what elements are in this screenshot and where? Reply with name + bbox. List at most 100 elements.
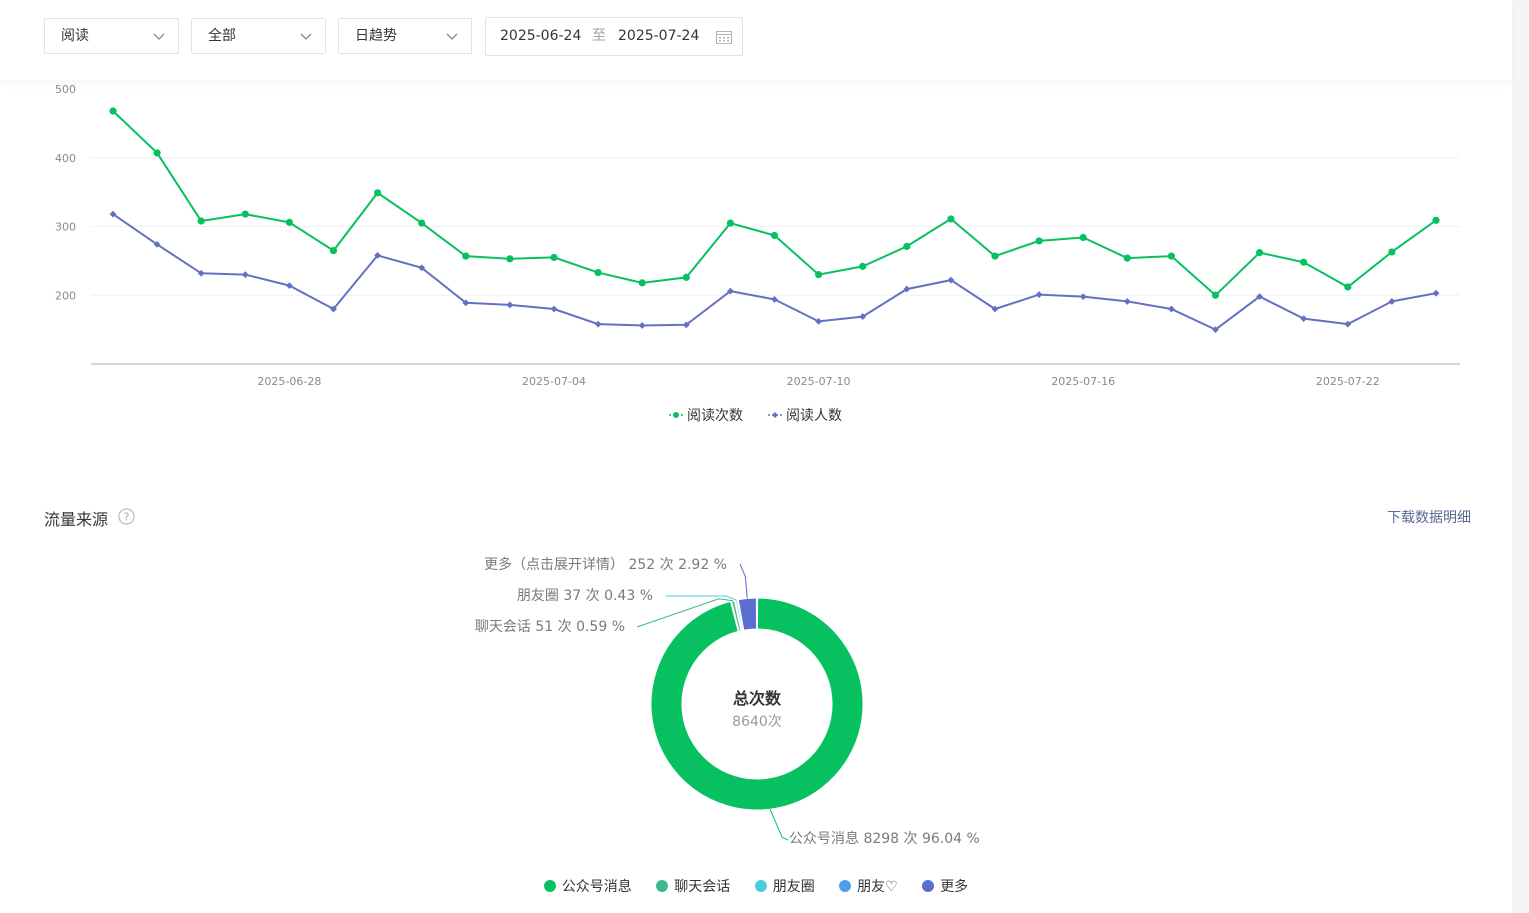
date-end[interactable]: 2025-07-24 — [618, 18, 699, 55]
legend-item[interactable]: 阅读次数 — [669, 407, 743, 424]
legend-label: 阅读次数 — [687, 407, 743, 424]
data-point[interactable] — [991, 252, 999, 260]
donut-center-value: 8640次 — [732, 714, 782, 730]
legend-label: 朋友♡ — [857, 879, 898, 895]
data-point[interactable] — [1432, 216, 1440, 224]
legend-item[interactable]: 阅读人数 — [768, 407, 842, 424]
data-point[interactable] — [506, 301, 514, 309]
download-details-link[interactable]: 下载数据明细 — [1387, 507, 1471, 527]
data-point[interactable] — [374, 189, 382, 197]
label-more[interactable]: 更多（点击展开详情） 252 次 2.92 % — [484, 556, 727, 573]
y-tick-label: 200 — [55, 289, 76, 302]
data-point[interactable] — [771, 295, 778, 303]
data-point[interactable] — [286, 282, 293, 290]
series-line — [112, 110, 1437, 297]
data-point[interactable] — [594, 320, 602, 328]
data-point[interactable] — [1344, 283, 1352, 291]
data-point[interactable] — [815, 317, 822, 325]
data-point[interactable] — [1168, 305, 1175, 313]
scrollbar-track[interactable] — [1512, 0, 1529, 913]
donut-legend: 公众号消息 聊天会话 朋友圈 朋友♡ 更多 — [0, 876, 1512, 896]
legend-official[interactable]: 公众号消息 — [543, 876, 632, 896]
data-point[interactable] — [1079, 233, 1087, 242]
data-point[interactable] — [506, 255, 514, 263]
label-moments: 朋友圈 37 次 0.43 % — [517, 588, 653, 604]
data-point[interactable] — [1035, 237, 1043, 245]
data-point[interactable] — [815, 271, 823, 279]
data-point[interactable] — [638, 322, 646, 329]
data-point[interactable] — [329, 246, 338, 255]
granularity-select-value: 日趋势 — [355, 28, 397, 44]
y-tick-label: 500 — [55, 83, 76, 96]
date-separator: 至 — [592, 28, 606, 44]
legend-dot — [922, 880, 935, 892]
data-point[interactable] — [726, 219, 735, 227]
legend-dot — [543, 880, 556, 892]
leader-line — [769, 808, 789, 841]
legend-friends[interactable]: 朋友♡ — [839, 876, 898, 896]
legend-chat[interactable]: 聊天会话 — [656, 876, 730, 896]
data-point[interactable] — [1300, 315, 1308, 323]
metric-select[interactable]: 阅读 — [44, 18, 179, 54]
data-point[interactable] — [1211, 291, 1220, 299]
calendar-icon[interactable] — [716, 30, 732, 44]
data-point[interactable] — [418, 219, 426, 227]
data-point[interactable] — [285, 218, 293, 226]
legend-moments[interactable]: 朋友圈 — [754, 876, 815, 896]
data-point[interactable] — [1123, 298, 1131, 305]
data-point[interactable] — [1035, 291, 1043, 298]
legend-marker — [673, 412, 679, 418]
data-point[interactable] — [1167, 252, 1175, 260]
legend-label: 朋友圈 — [772, 879, 815, 895]
chevron-down-icon — [446, 33, 458, 40]
data-point[interactable] — [903, 242, 911, 251]
date-range-picker[interactable]: 2025-06-24 至 2025-07-24 — [485, 17, 743, 56]
data-point[interactable] — [462, 252, 470, 260]
y-tick-label: 400 — [55, 152, 76, 165]
traffic-source-donut: 总次数 8640次 更多（点击展开详情） 252 次 2.92 % 朋友圈 37… — [475, 556, 980, 847]
data-point[interactable] — [241, 210, 249, 218]
data-point[interactable] — [770, 231, 779, 240]
data-point[interactable] — [197, 217, 205, 225]
granularity-select[interactable]: 日趋势 — [338, 18, 472, 54]
data-point[interactable] — [550, 253, 558, 262]
chevron-down-icon — [153, 33, 165, 40]
data-point[interactable] — [1256, 249, 1264, 257]
svg-text:?: ? — [124, 511, 130, 524]
legend-more[interactable]: 更多 — [922, 876, 968, 896]
data-point[interactable] — [1388, 298, 1396, 305]
donut-center-title: 总次数 — [733, 689, 782, 708]
legend-marker — [772, 412, 778, 418]
scope-select[interactable]: 全部 — [191, 18, 326, 54]
data-point[interactable] — [594, 268, 602, 277]
leader-line — [739, 563, 748, 599]
data-point[interactable] — [153, 149, 161, 157]
date-start[interactable]: 2025-06-24 — [500, 18, 581, 55]
chevron-down-icon — [300, 33, 312, 40]
data-point[interactable] — [109, 107, 117, 115]
label-official: 公众号消息 8298 次 96.04 % — [789, 830, 980, 847]
data-point[interactable] — [1300, 258, 1308, 266]
data-point[interactable] — [1388, 248, 1396, 256]
data-point[interactable] — [1123, 254, 1131, 262]
legend-label: 公众号消息 — [561, 879, 632, 895]
data-point[interactable] — [638, 279, 646, 287]
data-point[interactable] — [859, 262, 867, 270]
data-point[interactable] — [1079, 293, 1087, 301]
metric-select-value: 阅读 — [61, 28, 89, 44]
data-point[interactable] — [550, 305, 558, 313]
section-title: 流量来源 — [44, 510, 109, 529]
x-tick-label: 2025-07-22 — [1316, 375, 1380, 388]
data-point[interactable] — [947, 215, 955, 223]
legend-label: 更多 — [940, 879, 969, 895]
legend-dot — [656, 880, 669, 892]
data-point[interactable] — [682, 273, 690, 281]
label-chat: 聊天会话 51 次 0.59 % — [475, 619, 625, 635]
data-point[interactable] — [1344, 320, 1352, 328]
x-tick-label: 2025-06-28 — [257, 375, 321, 388]
help-icon[interactable]: ? — [118, 508, 135, 525]
legend-label: 聊天会话 — [674, 879, 731, 895]
scope-select-value: 全部 — [208, 28, 236, 44]
data-point[interactable] — [241, 271, 249, 279]
legend-dot — [839, 880, 852, 892]
